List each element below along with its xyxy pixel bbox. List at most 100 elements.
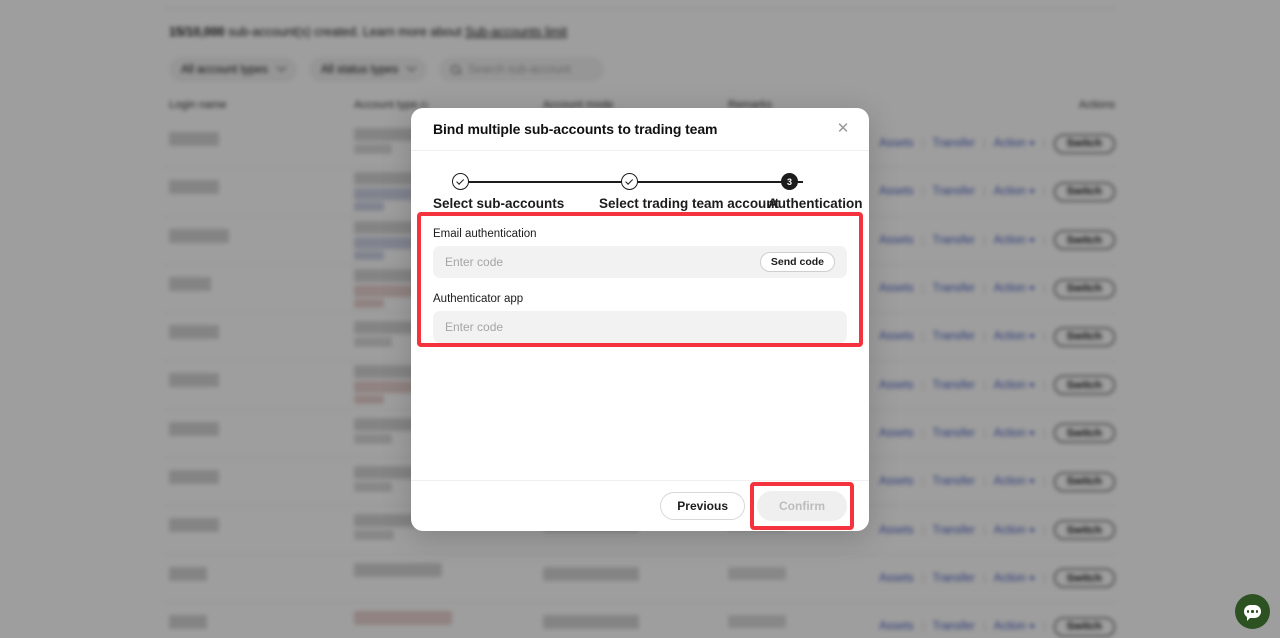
- assets-link[interactable]: Assets: [879, 186, 914, 198]
- filter-row: All account types All status types Searc…: [169, 57, 604, 82]
- assets-link[interactable]: Assets: [879, 331, 914, 343]
- sub-account-count-text: sub-account(s) created. Learn more about: [225, 25, 465, 39]
- assets-link[interactable]: Assets: [879, 138, 914, 150]
- redacted-cell-value: [354, 188, 416, 200]
- assets-link[interactable]: Assets: [879, 379, 914, 391]
- modal-title: Bind multiple sub-accounts to trading te…: [433, 121, 717, 137]
- chevron-down-icon: [407, 62, 417, 72]
- redacted-cell-value: [354, 251, 384, 260]
- action-dropdown[interactable]: Action: [994, 524, 1035, 536]
- redacted-cell-value: [543, 615, 639, 629]
- switch-button[interactable]: Switch: [1054, 231, 1115, 250]
- email-code-input[interactable]: [445, 255, 760, 269]
- action-separator: |: [1043, 427, 1046, 439]
- switch-button[interactable]: Switch: [1054, 569, 1115, 588]
- assets-link[interactable]: Assets: [879, 234, 914, 246]
- filter-status-types[interactable]: All status types: [309, 57, 427, 82]
- redacted-cell-value: [169, 470, 219, 484]
- action-dropdown[interactable]: Action: [994, 379, 1035, 391]
- transfer-link[interactable]: Transfer: [932, 476, 974, 488]
- transfer-link[interactable]: Transfer: [932, 186, 974, 198]
- search-sub-account-input[interactable]: Search sub-account: [439, 57, 604, 82]
- switch-button[interactable]: Switch: [1054, 327, 1115, 346]
- redacted-cell-value: [169, 132, 219, 146]
- caret-down-icon: [1029, 287, 1035, 291]
- switch-button[interactable]: Switch: [1054, 134, 1115, 153]
- transfer-link[interactable]: Transfer: [932, 234, 974, 246]
- action-separator: |: [1043, 572, 1046, 584]
- redacted-cell-value: [169, 422, 219, 436]
- switch-button[interactable]: Switch: [1054, 279, 1115, 298]
- switch-button[interactable]: Switch: [1054, 472, 1115, 491]
- row-action-group: Assets|Transfer|Action|Switch: [879, 569, 1115, 588]
- row-action-group: Assets|Transfer|Action|Switch: [879, 424, 1115, 443]
- caret-down-icon: [1029, 383, 1035, 387]
- switch-button[interactable]: Switch: [1054, 521, 1115, 540]
- bind-sub-accounts-modal: Bind multiple sub-accounts to trading te…: [411, 108, 869, 531]
- switch-button[interactable]: Switch: [1054, 424, 1115, 443]
- send-code-button[interactable]: Send code: [760, 252, 835, 272]
- action-dropdown[interactable]: Action: [994, 138, 1035, 150]
- sub-account-count: 15/10,000: [169, 25, 225, 39]
- action-dropdown[interactable]: Action: [994, 186, 1035, 198]
- transfer-link[interactable]: Transfer: [932, 283, 974, 295]
- transfer-link[interactable]: Transfer: [932, 138, 974, 150]
- switch-button[interactable]: Switch: [1054, 617, 1115, 636]
- step-3-indicator: 3: [781, 173, 798, 190]
- action-separator: |: [983, 572, 986, 584]
- action-dropdown[interactable]: Action: [994, 234, 1035, 246]
- table-row[interactable]: Assets|Transfer|Action|Switch: [165, 555, 1115, 603]
- assets-link[interactable]: Assets: [879, 621, 914, 633]
- switch-button[interactable]: Switch: [1054, 376, 1115, 395]
- caret-down-icon: [1029, 625, 1035, 629]
- confirm-button-wrapper: Confirm: [757, 491, 847, 521]
- redacted-cell-value: [354, 395, 384, 404]
- assets-link[interactable]: Assets: [879, 572, 914, 584]
- transfer-link[interactable]: Transfer: [932, 621, 974, 633]
- action-separator: |: [1043, 379, 1046, 391]
- close-icon[interactable]: ✕: [835, 121, 851, 137]
- authentication-form: Email authentication Send code Authentic…: [433, 228, 847, 343]
- sub-accounts-limit-link[interactable]: Sub-accounts limit: [465, 25, 567, 39]
- action-separator: |: [983, 331, 986, 343]
- assets-link[interactable]: Assets: [879, 524, 914, 536]
- assets-link[interactable]: Assets: [879, 427, 914, 439]
- action-dropdown[interactable]: Action: [994, 476, 1035, 488]
- redacted-cell-value: [354, 202, 384, 211]
- top-divider: [165, 8, 1115, 9]
- table-row[interactable]: Assets|Transfer|Action|Switch: [165, 603, 1115, 638]
- filter-account-types[interactable]: All account types: [169, 57, 297, 82]
- action-dropdown[interactable]: Action: [994, 427, 1035, 439]
- transfer-link[interactable]: Transfer: [932, 572, 974, 584]
- step-1-label: Select sub-accounts: [433, 196, 564, 211]
- action-separator: |: [983, 234, 986, 246]
- transfer-link[interactable]: Transfer: [932, 427, 974, 439]
- redacted-cell-value: [354, 299, 384, 308]
- assets-link[interactable]: Assets: [879, 283, 914, 295]
- transfer-link[interactable]: Transfer: [932, 331, 974, 343]
- previous-button[interactable]: Previous: [660, 492, 745, 520]
- transfer-link[interactable]: Transfer: [932, 524, 974, 536]
- assets-link[interactable]: Assets: [879, 476, 914, 488]
- authenticator-code-input[interactable]: [445, 320, 835, 334]
- filter-status-types-label: All status types: [321, 64, 398, 76]
- redacted-cell-value: [169, 518, 219, 532]
- switch-button[interactable]: Switch: [1054, 182, 1115, 201]
- action-dropdown[interactable]: Action: [994, 283, 1035, 295]
- chevron-down-icon: [276, 62, 286, 72]
- row-action-group: Assets|Transfer|Action|Switch: [879, 134, 1115, 153]
- chat-support-button[interactable]: [1235, 594, 1270, 629]
- redacted-cell-value: [354, 381, 416, 393]
- transfer-link[interactable]: Transfer: [932, 379, 974, 391]
- action-dropdown[interactable]: Action: [994, 621, 1035, 633]
- action-separator: |: [922, 186, 925, 198]
- action-dropdown[interactable]: Action: [994, 572, 1035, 584]
- redacted-cell-value: [169, 615, 207, 629]
- row-action-group: Assets|Transfer|Action|Switch: [879, 279, 1115, 298]
- column-actions: Actions: [1079, 99, 1115, 111]
- action-dropdown[interactable]: Action: [994, 331, 1035, 343]
- email-code-field[interactable]: Send code: [433, 246, 847, 278]
- confirm-button[interactable]: Confirm: [757, 491, 847, 521]
- authenticator-code-field[interactable]: [433, 311, 847, 343]
- step-2-indicator: [621, 173, 638, 190]
